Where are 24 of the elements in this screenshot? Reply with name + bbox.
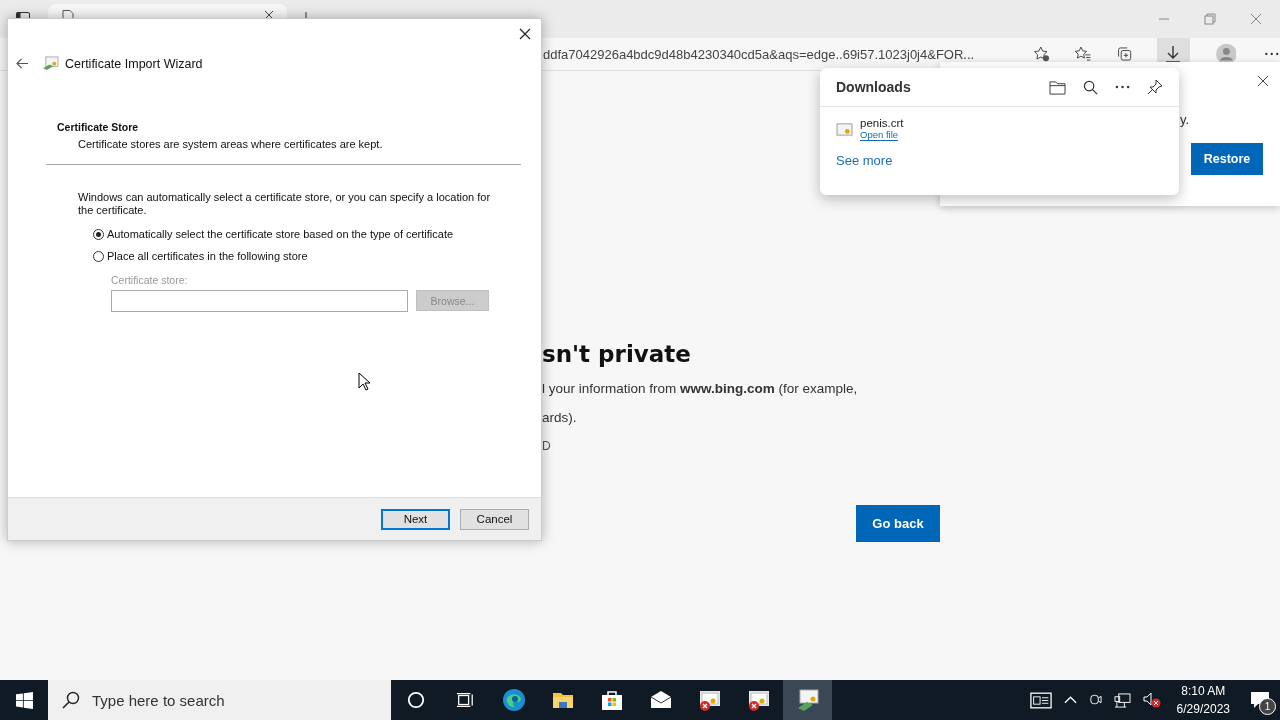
- next-button[interactable]: Next: [381, 508, 450, 530]
- page-text: ards).: [542, 410, 577, 425]
- radio-option[interactable]: Place all certificates in the following store: [93, 250, 541, 262]
- clock-button[interactable]: 8:10 AM 6/29/2023: [1176, 682, 1230, 718]
- cancel-button[interactable]: Cancel: [460, 508, 529, 530]
- file-name: penis.crt: [860, 117, 904, 129]
- error-code: D: [542, 439, 551, 453]
- panel-title: Downloads: [836, 79, 911, 95]
- instruction-text: Windows can automatically select a certificate store, or you can specify a location for the certificate.: [78, 191, 492, 217]
- taskbar-search-field[interactable]: Type here to search: [48, 680, 391, 720]
- page-heading: sn't private: [542, 341, 691, 367]
- dialog-title: Certificate Import Wizard: [65, 56, 203, 71]
- open-file-link[interactable]: Open file: [860, 129, 899, 141]
- address-text[interactable]: ddfa7042926a4bdc9d48b4230340cd5a&aqs=edge..69i57.1023j0j4&FOR...: [543, 46, 1009, 62]
- page-text: l your information from www.bing.com (for example,: [542, 381, 858, 396]
- section-title: Certificate Store: [57, 121, 140, 133]
- restore-button[interactable]: Restore: [1191, 143, 1263, 175]
- notification-center-button[interactable]: 1: [1240, 680, 1280, 720]
- go-back-button[interactable]: Go back: [856, 505, 940, 542]
- notification-text: y.: [1180, 112, 1190, 127]
- radio-option[interactable]: Automatically select the certificate store based on the type of certificate: [93, 228, 541, 240]
- field-label: Certificate store:: [111, 274, 189, 286]
- section-description: Certificate stores are system areas where certificates are kept.: [78, 138, 384, 150]
- see-more-link[interactable]: See more: [836, 153, 893, 168]
